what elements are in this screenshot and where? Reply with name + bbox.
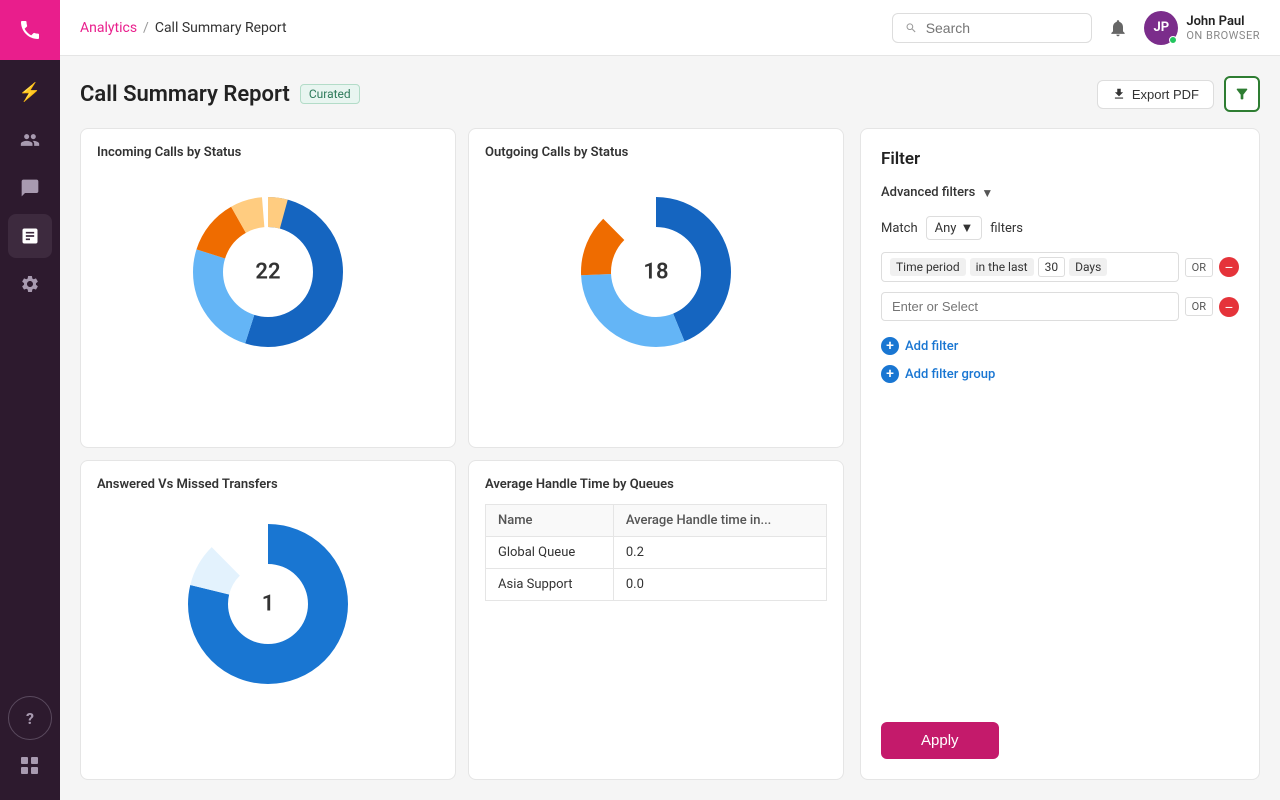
export-pdf-button[interactable]: Export PDF (1097, 80, 1214, 109)
analytics-icon[interactable] (8, 214, 52, 258)
filter-tag-time-period: Time period (890, 258, 966, 276)
match-label: Match (881, 221, 918, 236)
add-filter-group-icon: + (881, 365, 899, 383)
filter-row-1: Time period in the last 30 Days OR − (881, 252, 1239, 282)
add-filter-icon: + (881, 337, 899, 355)
add-filter-group-label: Add filter group (905, 367, 995, 382)
filter-actions: Apply (881, 706, 1239, 759)
bell-icon[interactable] (1108, 18, 1128, 38)
topbar-right: JP John Paul ON BROWSER (892, 11, 1260, 45)
match-value: Any (935, 221, 957, 236)
incoming-calls-chart: Incoming Calls by Status (80, 128, 456, 448)
main-content: Analytics / Call Summary Report JP John … (60, 0, 1280, 800)
add-filter-link[interactable]: + Add filter (881, 337, 1239, 355)
remove-filter-2-button[interactable]: − (1219, 297, 1239, 317)
filter-toggle-button[interactable] (1224, 76, 1260, 112)
table-cell-name: Global Queue (486, 537, 614, 569)
sidebar-nav: ⚡ (8, 60, 52, 696)
search-input[interactable] (926, 20, 1080, 36)
chat-icon[interactable] (8, 166, 52, 210)
table-cell-value: 0.0 (613, 569, 826, 601)
answered-missed-value: 1 (262, 592, 275, 617)
advanced-filters-toggle[interactable]: Advanced filters ▼ (881, 185, 1239, 200)
apply-button[interactable]: Apply (881, 722, 999, 759)
charts-area: Incoming Calls by Status (80, 128, 844, 780)
advanced-filters-label: Advanced filters (881, 185, 975, 200)
search-icon (905, 21, 917, 35)
breadcrumb-separator: / (143, 20, 149, 36)
lightning-icon[interactable]: ⚡ (8, 70, 52, 114)
table-row: Global Queue 0.2 (486, 537, 827, 569)
filter-tag-in-the-last: in the last (970, 258, 1034, 276)
page-header: Call Summary Report Curated Export PDF (80, 76, 1260, 112)
page-title-area: Call Summary Report Curated (80, 82, 360, 107)
table-row: Asia Support 0.0 (486, 569, 827, 601)
or-badge-2: OR (1185, 297, 1213, 316)
breadcrumb: Analytics / Call Summary Report (80, 20, 287, 36)
filter-panel-title: Filter (881, 149, 1239, 169)
users-icon[interactable] (8, 118, 52, 162)
content-area: Incoming Calls by Status (80, 128, 1260, 780)
answered-missed-title: Answered Vs Missed Transfers (97, 477, 439, 492)
breadcrumb-current: Call Summary Report (155, 20, 287, 36)
avg-handle-time-table: Name Average Handle time in... Global Qu… (485, 504, 827, 601)
incoming-calls-donut: 22 (97, 172, 439, 372)
avg-handle-time-title: Average Handle Time by Queues (485, 477, 827, 492)
page-title: Call Summary Report (80, 82, 290, 107)
curated-badge: Curated (300, 84, 360, 104)
export-icon (1112, 87, 1126, 101)
sidebar-logo[interactable] (0, 0, 60, 60)
outgoing-calls-donut: 18 (485, 172, 827, 372)
add-filter-label: Add filter (905, 339, 958, 354)
or-badge-1: OR (1185, 258, 1213, 277)
answered-missed-donut: 1 (97, 504, 439, 704)
user-info: John Paul ON BROWSER (1186, 14, 1260, 42)
user-status: ON BROWSER (1186, 29, 1260, 42)
add-filter-group-link[interactable]: + Add filter group (881, 365, 1239, 383)
page-content: Call Summary Report Curated Export PDF I… (60, 56, 1280, 800)
match-dropdown[interactable]: Any ▼ (926, 216, 983, 240)
user-name: John Paul (1186, 14, 1260, 29)
filter-tag-days: Days (1069, 258, 1107, 276)
table-cell-value: 0.2 (613, 537, 826, 569)
status-dot (1169, 36, 1177, 44)
user-profile: JP John Paul ON BROWSER (1144, 11, 1260, 45)
table-col-name: Name (486, 505, 614, 537)
outgoing-calls-title: Outgoing Calls by Status (485, 145, 827, 160)
outgoing-calls-chart: Outgoing Calls by Status 18 (468, 128, 844, 448)
filter-panel: Filter Advanced filters ▼ Match Any ▼ fi… (860, 128, 1260, 780)
sidebar-bottom: ? (8, 696, 52, 800)
filter-row-2: OR − (881, 292, 1239, 321)
sidebar: ⚡ ? (0, 0, 60, 800)
filters-label: filters (990, 221, 1023, 236)
incoming-calls-title: Incoming Calls by Status (97, 145, 439, 160)
grid-icon[interactable] (8, 744, 52, 788)
match-row: Match Any ▼ filters (881, 216, 1239, 240)
chevron-down-icon: ▼ (981, 186, 993, 200)
help-icon[interactable]: ? (8, 696, 52, 740)
breadcrumb-parent[interactable]: Analytics (80, 20, 137, 36)
remove-filter-1-button[interactable]: − (1219, 257, 1239, 277)
avatar: JP (1144, 11, 1178, 45)
table-col-value: Average Handle time in... (613, 505, 826, 537)
table-cell-name: Asia Support (486, 569, 614, 601)
enter-select-input[interactable] (881, 292, 1179, 321)
topbar: Analytics / Call Summary Report JP John … (60, 0, 1280, 56)
header-actions: Export PDF (1097, 76, 1260, 112)
filter-row-1-tags: Time period in the last 30 Days (881, 252, 1179, 282)
search-box[interactable] (892, 13, 1092, 43)
filter-tag-value-30[interactable]: 30 (1038, 257, 1066, 277)
filter-icon (1234, 86, 1250, 102)
settings-icon[interactable] (8, 262, 52, 306)
answered-missed-chart: Answered Vs Missed Transfers 1 (80, 460, 456, 780)
outgoing-calls-value: 18 (643, 260, 668, 285)
avg-handle-time-chart: Average Handle Time by Queues Name Avera… (468, 460, 844, 780)
incoming-calls-value: 22 (255, 260, 280, 285)
match-chevron-icon: ▼ (960, 220, 973, 236)
